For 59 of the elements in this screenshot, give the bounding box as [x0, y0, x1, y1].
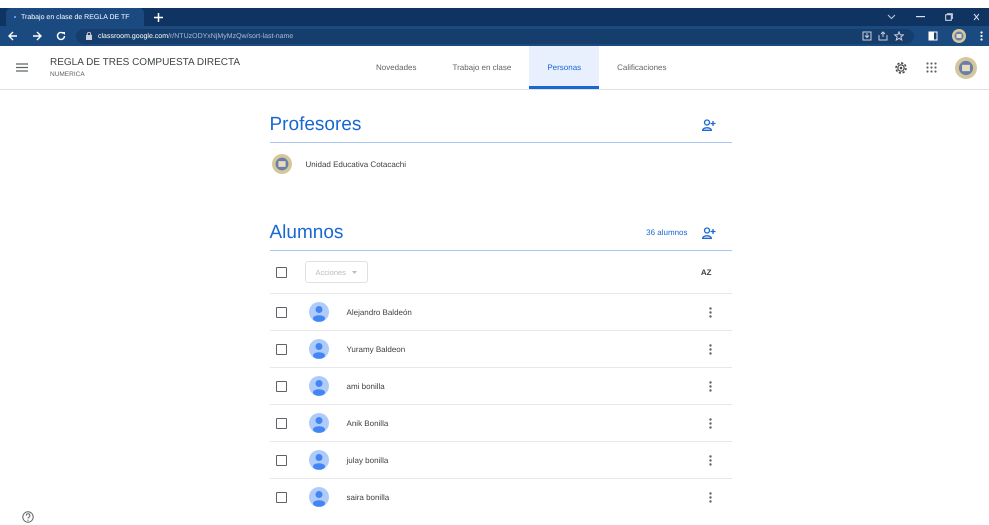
side-panel-icon[interactable]	[928, 31, 938, 41]
student-count: 36 alumnos	[646, 228, 688, 237]
avatar-icon	[308, 450, 328, 470]
more-vert-icon[interactable]	[708, 418, 712, 428]
settings-icon[interactable]	[894, 60, 908, 74]
avatar-icon	[308, 302, 328, 322]
nav-tab[interactable]: Personas	[529, 46, 600, 89]
install-icon[interactable]	[862, 31, 872, 41]
student-name[interactable]: Yuramy Baldeon	[346, 344, 406, 354]
checkbox[interactable]	[276, 266, 286, 278]
more-vert-icon[interactable]	[708, 380, 712, 392]
sort-button[interactable]: AZ	[700, 268, 712, 276]
add-person-icon[interactable]	[702, 118, 716, 130]
checkbox[interactable]	[276, 454, 286, 466]
avatar-icon	[308, 339, 328, 359]
close-icon[interactable]	[973, 13, 979, 21]
reload-icon[interactable]	[56, 31, 66, 41]
avatar-icon	[308, 413, 328, 433]
caret-icon	[352, 270, 357, 274]
student-name[interactable]: julay bonilla	[346, 456, 388, 464]
share-icon[interactable]	[878, 31, 888, 41]
student-name[interactable]: saira bonilla	[346, 492, 390, 502]
checkbox[interactable]	[276, 418, 286, 428]
nav-tab[interactable]: Novedades	[358, 46, 434, 89]
more-vert-icon[interactable]	[708, 306, 712, 318]
class-title[interactable]: REGLA DE TRES COMPUESTA DIRECTA	[50, 57, 300, 68]
apps-grid-icon[interactable]	[926, 62, 937, 73]
restore-icon[interactable]	[945, 13, 953, 21]
student-name[interactable]: Anik Bonilla	[346, 418, 388, 428]
star-icon[interactable]	[894, 31, 904, 41]
nav-tab[interactable]: Calificaciones	[599, 46, 684, 89]
more-vert-icon[interactable]	[980, 31, 983, 41]
help-icon[interactable]	[22, 511, 34, 523]
student-name[interactable]: Alejandro Baldeón	[346, 308, 412, 316]
new-tab-icon[interactable]	[154, 12, 163, 22]
add-person-icon[interactable]	[702, 226, 716, 238]
avatar-icon	[308, 376, 328, 396]
chevron-down-icon[interactable]	[887, 14, 896, 20]
avatar-icon	[308, 487, 328, 507]
more-vert-icon[interactable]	[708, 344, 712, 354]
emblem-icon	[272, 154, 292, 174]
teacher-name: Unidad Educativa Cotacachi	[306, 160, 406, 168]
forward-arrow-icon[interactable]	[32, 31, 42, 41]
student-name[interactable]: ami bonilla	[346, 382, 385, 390]
menu-icon[interactable]	[16, 63, 28, 72]
section-title: Alumnos	[270, 222, 344, 244]
checkbox[interactable]	[276, 380, 286, 392]
back-arrow-icon[interactable]	[8, 31, 18, 41]
more-vert-icon[interactable]	[708, 492, 712, 502]
emblem-icon[interactable]	[952, 29, 966, 43]
lock-icon	[86, 32, 92, 40]
minimize-icon[interactable]	[916, 16, 925, 18]
checkbox[interactable]	[276, 492, 286, 502]
checkbox[interactable]	[276, 344, 286, 354]
emblem-icon[interactable]	[955, 56, 977, 78]
checkbox[interactable]	[276, 306, 286, 318]
nav-tab[interactable]: Trabajo en clase	[434, 46, 530, 89]
more-vert-icon[interactable]	[708, 454, 712, 466]
section-title: Profesores	[270, 114, 362, 136]
